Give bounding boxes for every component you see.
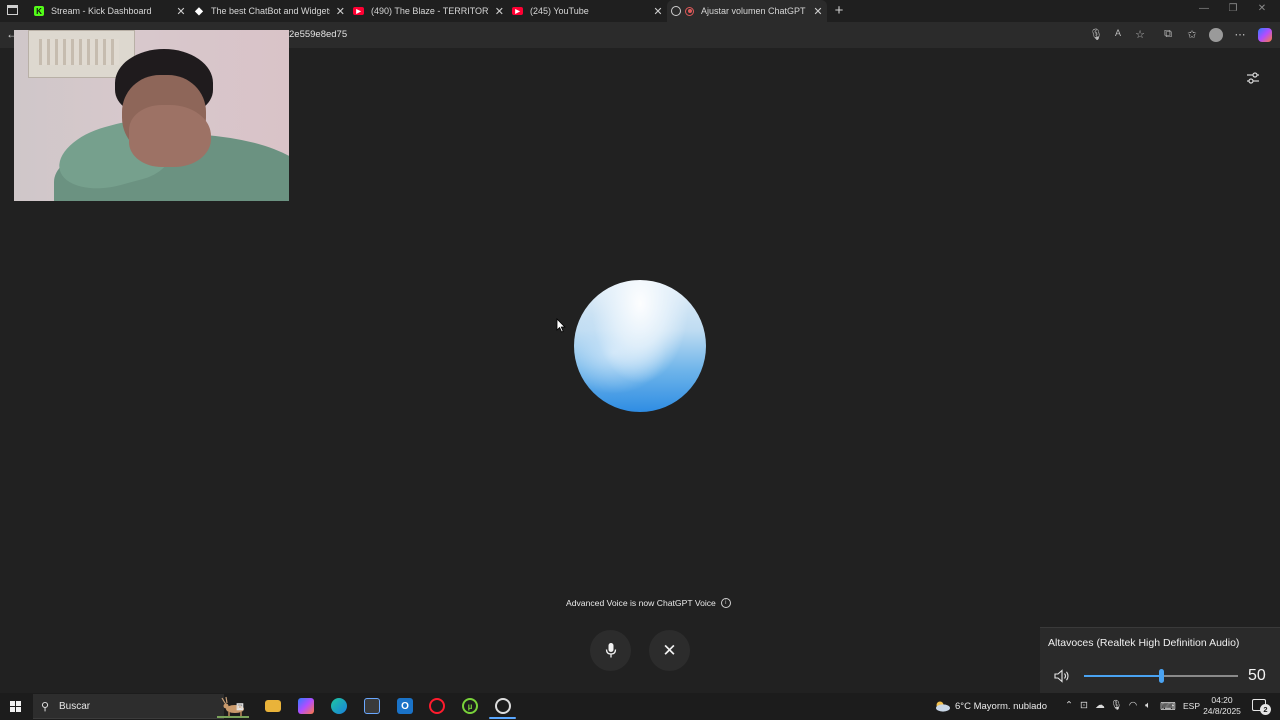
meet-now-icon[interactable]: ⊡ [1078,700,1090,711]
outlook-icon[interactable]: O [397,698,413,714]
microphone-icon[interactable]: 🎙︎ [1089,28,1103,41]
file-explorer-icon[interactable] [265,700,281,712]
edge-browser-icon[interactable] [331,698,347,714]
windows-start-icon[interactable] [10,701,22,713]
volume-flyout: Altavoces (Realtek High Definition Audio… [1040,627,1280,693]
copilot-icon[interactable] [1258,28,1272,42]
clock-time: 04:20 [1211,695,1233,705]
keyboard-icon[interactable]: ⌨ [1160,700,1176,713]
webcam-overlay [14,30,289,201]
obs-studio-icon[interactable] [495,698,511,714]
language-indicator[interactable]: ESP [1183,701,1200,711]
microsoft-store-icon[interactable] [364,698,380,714]
info-icon[interactable]: i [720,598,731,608]
tab-title: (490) The Blaze - TERRITORY (Offi [371,6,489,16]
active-app-indicator [489,717,516,719]
speaker-icon[interactable] [1054,669,1070,683]
microphone-tray-icon[interactable]: 🎙︎ [1110,700,1122,711]
new-tab-button[interactable]: + [832,2,846,19]
window-close-icon[interactable]: ✕ [1255,3,1269,14]
tab-title: The best ChatBot and Widgets fo [211,6,330,16]
system-clock[interactable]: 04:20 24/8/2025 [1202,695,1242,717]
window-menu-icon[interactable] [7,5,18,15]
volume-tray-icon[interactable]: 🔈︎ [1142,700,1154,711]
volume-slider[interactable] [1084,669,1238,683]
volume-slider-fill [1084,675,1161,677]
opera-icon[interactable] [429,698,445,714]
diamond-icon: ◆ [195,5,203,17]
utorrent-icon[interactable]: µ [462,698,478,714]
voice-orb [574,280,706,412]
more-menu-icon[interactable]: ⋯ [1233,28,1247,41]
tab-kick-dashboard[interactable]: K Stream - Kick Dashboard ✕ [30,0,190,22]
volume-level: 50 [1248,667,1266,684]
tab-title: (245) YouTube [530,6,589,16]
voice-notice: Advanced Voice is now ChatGPT Voice i [566,598,731,608]
favorite-star-icon[interactable]: ☆ [1133,28,1147,41]
read-aloud-icon[interactable]: A [1111,28,1125,38]
wifi-icon[interactable]: ◠ [1127,700,1139,711]
microphone-button[interactable] [590,630,631,671]
end-voice-button[interactable]: ✕ [649,630,690,671]
close-tab-icon[interactable]: ✕ [176,5,186,18]
tab-youtube[interactable]: ▶ (245) YouTube ✕ [508,0,667,22]
voice-settings-icon[interactable] [1246,71,1260,85]
voice-notice-text: Advanced Voice is now ChatGPT Voice [566,598,716,608]
browser-tab-strip: K Stream - Kick Dashboard ✕ ◆ The best C… [0,0,1280,22]
extensions-icon[interactable]: ⧉ [1161,28,1175,41]
tab-title: Stream - Kick Dashboard [51,6,152,16]
tab-ajustar-volumen-chatgpt[interactable]: Ajustar volumen ChatGPT ✕ [667,0,827,22]
tab-chatbot-widgets[interactable]: ◆ The best ChatBot and Widgets fo ✕ [190,0,349,22]
tab-title: Ajustar volumen ChatGPT [701,6,806,16]
show-hidden-icons-chevron-icon[interactable]: ⌃ [1063,700,1075,711]
volume-slider-thumb[interactable] [1159,669,1164,683]
task-view-icon[interactable]: ⧈ [232,698,248,714]
microphone-icon [605,643,616,658]
recording-icon [685,6,694,16]
onedrive-cloud-icon[interactable]: ☁ [1094,700,1106,711]
url-field[interactable]: 2e559e8ed75 [289,29,347,40]
tab-the-blaze-territory[interactable]: ▶ (490) The Blaze - TERRITORY (Offi ✕ [349,0,508,22]
favorites-icon[interactable]: ✩ [1185,28,1199,41]
close-tab-icon[interactable]: ✕ [336,5,345,18]
mouse-cursor-icon [556,318,566,333]
youtube-icon: ▶ [512,7,523,15]
webcam-person-hand [129,105,211,167]
close-icon: ✕ [662,640,677,660]
notification-count-badge: 2 [1260,704,1271,715]
restore-icon[interactable]: ❐ [1226,3,1240,14]
youtube-icon: ▶ [353,7,364,15]
weather-status[interactable]: 6°C Mayorm. nublado [955,701,1047,712]
kick-icon: K [34,6,44,16]
copilot-app-icon[interactable] [298,698,314,714]
chatgpt-icon [671,6,681,16]
search-icon: ⚲ [41,701,50,713]
close-tab-icon[interactable]: ✕ [813,5,823,18]
taskbar-search-box[interactable]: ⚲ Buscar [33,694,249,719]
search-placeholder: Buscar [59,701,91,712]
audio-device-name: Altavoces (Realtek High Definition Audio… [1048,637,1240,649]
profile-avatar-icon[interactable] [1209,28,1223,42]
clock-date: 24/8/2025 [1203,706,1241,716]
cloudy-weather-icon[interactable] [933,700,951,712]
taskbar: ⚲ Buscar ⧈ O µ 6°C Mayorm. nublado ⌃ ⊡ ☁… [0,693,1280,720]
close-tab-icon[interactable]: ✕ [653,5,663,18]
minimize-icon[interactable]: — [1197,3,1211,14]
close-tab-icon[interactable]: ✕ [495,5,504,18]
